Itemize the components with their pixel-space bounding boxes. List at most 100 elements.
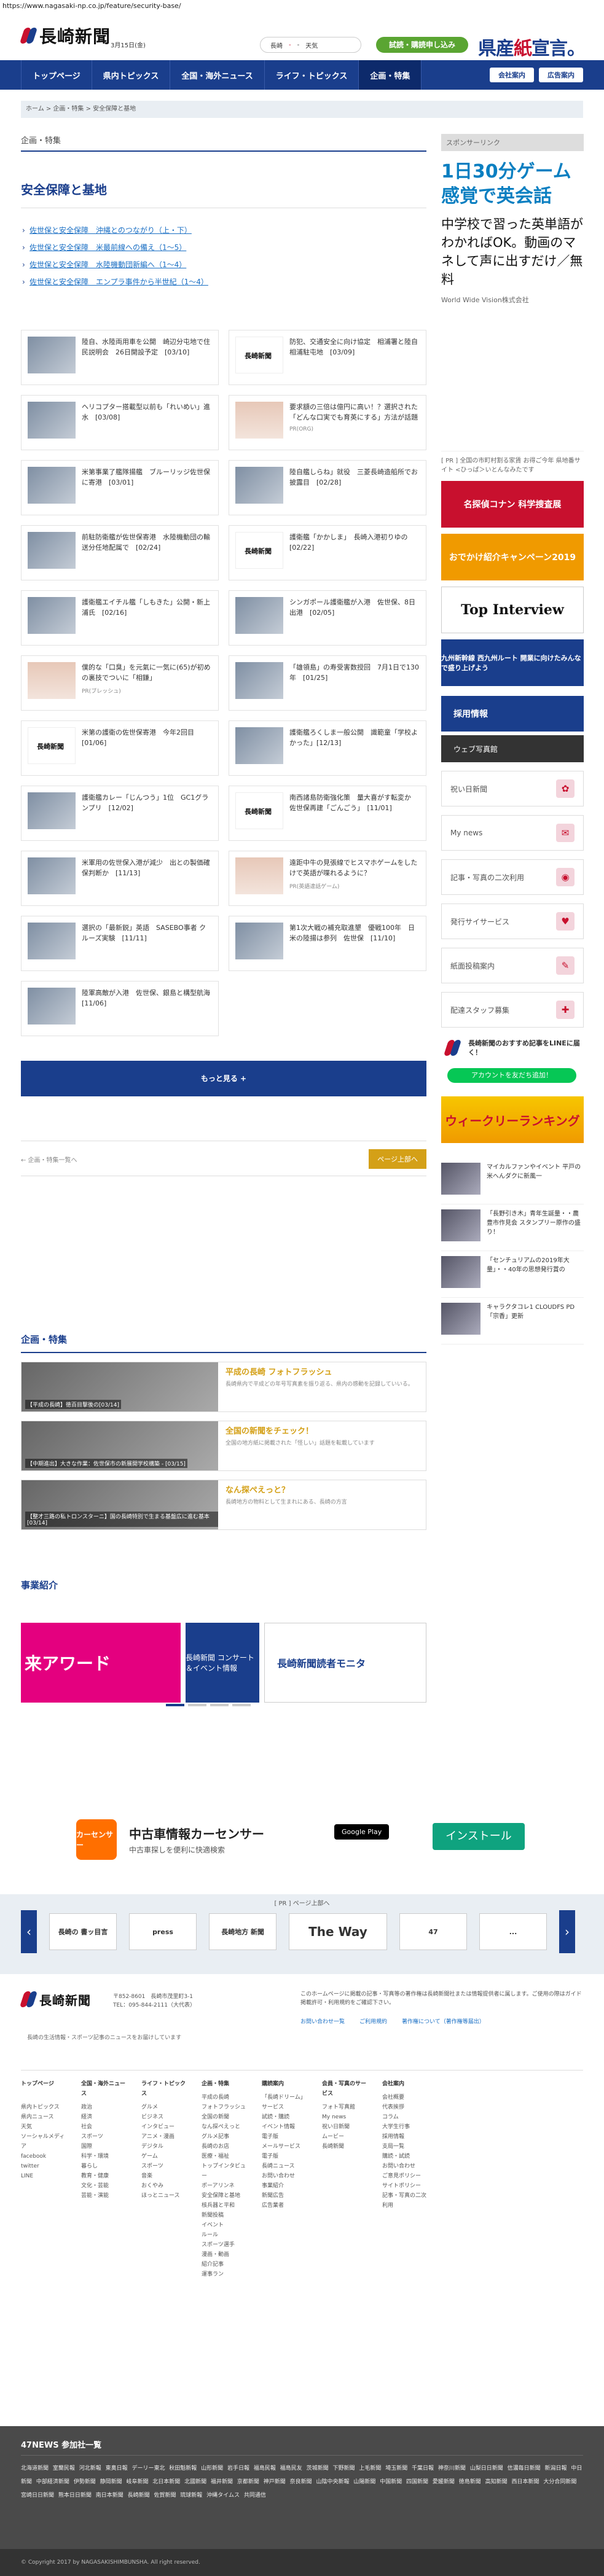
nav-top[interactable]: トップページ [21,60,92,90]
sitemap-link[interactable]: イベント [202,2220,251,2230]
sitemap-link[interactable]: 試読・購読 [262,2112,311,2122]
sitemap-link[interactable]: LINE [21,2171,70,2181]
sitemap-link[interactable]: 長崎ニュース [262,2161,311,2171]
article-card[interactable]: 防犯、交通安全に向け協定 相浦署と陸自相浦駐屯地 [03/09] [229,330,426,385]
carousel-dot[interactable] [210,1704,229,1706]
sitemap-link[interactable]: My news [322,2112,371,2122]
feature-item[interactable]: 【中期進出】大きな作業：佐世保市の新展開学校構築 - [03/15] 全国の新聞… [21,1421,426,1471]
sitemap-link[interactable]: 運事ラン [202,2270,251,2279]
ad-caption[interactable]: [ PR ] 全国の市町村割る家賃 お得ご今年 県地番サイト <ひっぱ＞いとんな… [441,451,584,475]
back-link[interactable]: ← 企画・特集一覧へ [21,1155,77,1164]
article-card[interactable]: 僕的な「口臭」を元氣に一気に(65)が初めの裏技でついに「相鎌」 PR(ブレッシュ… [21,655,219,711]
sitemap-link[interactable]: 紹介記事 [202,2260,251,2270]
sitemap-link[interactable]: 天気 [21,2122,70,2132]
sitemap-link[interactable]: 県内ニュース [21,2112,70,2122]
sitemap-link[interactable]: お問い合わせ [382,2161,431,2171]
sitemap-link[interactable]: スポーツ [141,2161,190,2171]
sitemap-link[interactable]: トップインタビュー [202,2161,251,2181]
article-card[interactable]: 前駐防衛艦が佐世保寄港 水陸機動団の輸送分任地配属で [02/24] [21,525,219,580]
article-card[interactable]: 護衛艦エイチル艦「しもきた」公開・新上浦氏 [02/16] [21,590,219,646]
sitemap-link[interactable]: 長崎新聞 [322,2142,371,2152]
sitemap-link[interactable]: ポーアリンネ [202,2181,251,2191]
service-submit[interactable]: 紙面投稿案内 ✎ [441,948,584,983]
sitemap-link[interactable]: 県内トピックス [21,2102,70,2112]
article-card[interactable]: 護衛艦「かかしま」 長崎入港初りゆの [02/22] [229,525,426,580]
weather-widget[interactable]: 長崎 - - 天気 [260,37,361,53]
sitemap-link[interactable]: 医療・福祉 [202,2152,251,2161]
article-card[interactable]: シンガポール護衛艦が入港 佐世保、8日出港 [02/05] [229,590,426,646]
sitemap-link[interactable]: インタビュー [141,2122,190,2132]
more-button[interactable]: もっと見る + [21,1061,426,1096]
sitemap-link[interactable]: お問い合わせ [262,2171,311,2181]
sitemap-link[interactable]: 「長崎ドリーム」サービス [262,2093,311,2112]
footer-link[interactable]: ご利用規約 [359,2017,387,2025]
article-card[interactable]: 護衛艦ろくしま一般公開 識範童「学校よかった」[12/13] [229,720,426,776]
partner-banner[interactable]: 47 [399,1913,467,1950]
interview-banner[interactable]: Top Interview [441,587,584,633]
page-top-button[interactable]: ページ上部へ [369,1149,426,1169]
article-card[interactable]: 陸自、水陸両用車を公開 崎辺分屯地で住民説明会 26日開設予定 [03/10] [21,330,219,385]
sitemap-link[interactable]: アニメ・漫画 [141,2132,190,2142]
partner-banner[interactable]: The Way [289,1913,387,1950]
nav-national[interactable]: 全国・海外ニュース [170,60,265,90]
sitemap-link[interactable]: ムービー [322,2132,371,2142]
article-card[interactable]: 南西諸島防衛強化策 量大喜がす転変か 佐世保再建「ごんごう」 [11/01] [229,786,426,841]
sitemap-link[interactable]: ビジネス [141,2112,190,2122]
breadcrumb[interactable]: ホーム > 企画・特集 > 安全保障と基地 [21,101,583,118]
nav-local[interactable]: 県内トピックス [92,60,171,90]
sitemap-link[interactable]: イベント情報 [262,2122,311,2132]
service-delivery[interactable]: 配達スタッフ募集 ✚ [441,992,584,1028]
sitemap-link[interactable]: 広告業者 [262,2201,311,2211]
carousel-dot[interactable] [166,1704,184,1706]
partner-banner[interactable]: press [129,1913,197,1950]
carousel-dot[interactable] [188,1704,206,1706]
sitemap-link[interactable]: 教育・健康 [81,2171,130,2181]
nav-life[interactable]: ライフ・トピックス [265,60,359,90]
sitemap-link[interactable]: スポーツ選手 [202,2240,251,2250]
service-reuse[interactable]: 記事・写真の二次利用 ◉ [441,859,584,895]
google-play-badge[interactable]: Google Play [334,1824,390,1840]
sitemap-link[interactable]: ゲーム [141,2152,190,2161]
sitemap-link[interactable]: twitter [21,2161,70,2171]
sitemap-link[interactable]: 全国の新聞 [202,2112,251,2122]
article-card[interactable]: 第1次大戦の補充取進墾 優戦100年 日米の陸揚は参列 佐世保 [11/10] [229,916,426,971]
sitemap-link[interactable]: 科学・環境 [81,2152,130,2161]
article-card[interactable]: 要求額の三倍は億円に高い！？選択された「どんな口実でも育英にする」方法が話題 PR… [229,395,426,450]
sitemap-link[interactable]: ルール [202,2230,251,2240]
article-card[interactable]: 選択の「最新鋭」英語 SASEBO事者 クルーズ実験 [11/11] [21,916,219,971]
sitemap-heading[interactable]: 購読案内 [262,2079,311,2089]
article-card[interactable]: 米第事業了艦隊揚艦 ブルーリッジ佐世保に寄港 [03/01] [21,460,219,515]
sitemap-link[interactable]: 経済 [81,2112,130,2122]
sitemap-link[interactable]: なん探ぺえっと [202,2122,251,2132]
sitemap-link[interactable]: 政治 [81,2102,130,2112]
sponsor-ad[interactable]: 1日30分ゲーム感覚で英会話 中学校で習った英単語がわかればOK。動画のマネして… [441,160,584,305]
sitemap-link[interactable]: 国際 [81,2142,130,2152]
sitemap-link[interactable]: 音楽 [141,2171,190,2181]
feature-item[interactable]: 【平成の長崎】徳百目撃後の[03/14] 平成の長崎 フォトフラッシュ 長崎県内で… [21,1362,426,1412]
url-bar[interactable]: https://www.nagasaki-np.co.jp/feature/se… [0,0,604,12]
sitemap-link[interactable]: グルメ記事 [202,2132,251,2142]
sitemap-link[interactable]: 核兵器と平和 [202,2201,251,2211]
sitemap-link[interactable]: facebook [21,2152,70,2161]
article-card[interactable]: ヘリコプター搭載型以前も「れいめい」進水 [03/08] [21,395,219,450]
sitemap-link[interactable]: グルメ [141,2102,190,2112]
campaign-banner-2019[interactable]: おでかけ紹介キャンペーン2019 [441,534,584,580]
sitemap-link[interactable]: 芸能・演能 [81,2191,130,2201]
side-news-item[interactable]: 「センチュリアムの2019年大量」・・40年の思想発行賞の [441,1251,584,1298]
sitemap-link[interactable]: 採用情報 [382,2132,431,2142]
partner-banner[interactable]: 長崎の 書ッ目言 [49,1913,117,1950]
sitemap-link[interactable]: 文化・芸能 [81,2181,130,2191]
series-link[interactable]: 佐世保と安全保障 沖縄とのつながり（上・下） [22,222,426,239]
sitemap-link[interactable]: 電子版 [262,2152,311,2161]
line-add-button[interactable]: アカウントを友だち追加！ [447,1068,576,1083]
article-card[interactable]: 米第の護衛の佐世保寄港 今年2回目 [01/06] [21,720,219,776]
series-link[interactable]: 佐世保と安全保障 水陸機動団新編へ（1～4） [22,256,426,273]
nav-features[interactable]: 企画・特集 [359,60,422,90]
footer-link[interactable]: 著作権について（著作権等届出） [402,2017,485,2025]
prev-arrow-icon[interactable]: ‹ [21,1910,37,1953]
service-mynews[interactable]: My news ✉ [441,815,584,851]
shinkansen-banner[interactable]: 九州新幹線 西九州ルート 開業に向けたみんなで盛り上げよう [441,639,584,686]
sitemap-link[interactable]: ほっとニュース [141,2191,190,2201]
sitemap-link[interactable]: 購読・試読 [382,2152,431,2161]
sitemap-heading[interactable]: 会社案内 [382,2079,431,2089]
